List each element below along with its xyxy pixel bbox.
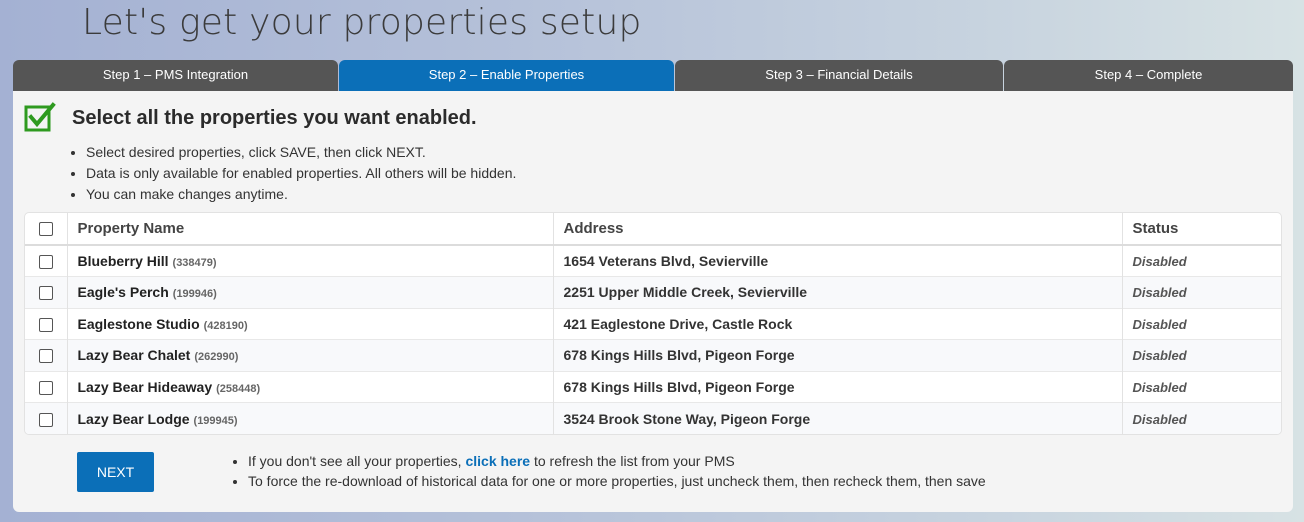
property-name: Eagle's Perch [77, 284, 169, 301]
row-checkbox[interactable] [38, 412, 53, 427]
select-all-cell [25, 213, 67, 246]
refresh-note-suffix: to refresh the list from your PMS [530, 453, 735, 469]
refresh-note-prefix: If you don't see all your properties, [248, 453, 466, 469]
page-title: Let's get your properties setup [82, 2, 642, 43]
property-id: (428190) [203, 319, 248, 332]
table-row[interactable]: Lazy Bear Hideaway (258448) 678 Kings Hil… [25, 370, 1281, 403]
row-checkbox[interactable] [38, 317, 53, 332]
table-header-row: Property Name Address Status [25, 213, 1281, 246]
column-header-name[interactable]: Property Name [66, 213, 553, 246]
property-address: 3524 Brook Stone Way, Pigeon Forge [563, 410, 811, 427]
step-4-tab[interactable]: Step 4 – Complete [1004, 60, 1293, 91]
refresh-note: If you don't see all your properties, cl… [248, 451, 986, 471]
select-all-checkbox[interactable] [38, 222, 53, 237]
status-badge: Disabled [1132, 348, 1187, 364]
status-badge: Disabled [1132, 254, 1187, 269]
status-badge: Disabled [1132, 285, 1187, 301]
column-header-status[interactable]: Status [1121, 213, 1281, 246]
status-badge: Disabled [1132, 379, 1187, 395]
property-name: Lazy Bear Chalet [77, 347, 191, 364]
property-address: 2251 Upper Middle Creek, Sevierville [563, 284, 808, 301]
property-address: 1654 Veterans Blvd, Sevierville [563, 253, 769, 269]
status-badge: Disabled [1132, 316, 1187, 332]
property-id: (199945) [193, 414, 238, 427]
panel-heading: Select all the properties you want enabl… [72, 107, 477, 129]
instruction-item: Select desired properties, click SAVE, t… [86, 142, 516, 163]
property-name: Lazy Bear Lodge [77, 410, 190, 427]
instruction-item: You can make changes anytime. [86, 184, 516, 205]
status-badge: Disabled [1132, 411, 1187, 427]
table-row[interactable]: Eagle's Perch (199946) 2251 Upper Middle … [25, 276, 1281, 308]
redownload-note: To force the re-download of historical d… [248, 471, 986, 491]
property-address: 421 Eaglestone Drive, Castle Rock [563, 315, 793, 332]
table-row[interactable]: Blueberry Hill (338479) 1654 Veterans Blv… [25, 245, 1281, 277]
table-row[interactable]: Eaglestone Studio (428190) 421 Eaglestone… [25, 307, 1281, 340]
properties-table: Property Name Address Status Blueberry H… [24, 212, 1282, 435]
step-1-tab[interactable]: Step 1 – PMS Integration [13, 60, 338, 91]
step-tabs: Step 1 – PMS Integration Step 2 – Enable… [13, 60, 1293, 101]
help-notes: If you don't see all your properties, cl… [248, 451, 986, 491]
row-checkbox[interactable] [38, 286, 53, 301]
property-id: (258448) [216, 382, 261, 395]
property-id: (338479) [172, 257, 217, 269]
step-3-tab[interactable]: Step 3 – Financial Details [675, 60, 1003, 91]
property-name: Eaglestone Studio [77, 315, 200, 332]
table-row[interactable]: Lazy Bear Chalet (262990) 678 Kings Hills… [25, 339, 1281, 371]
property-address: 678 Kings Hills Blvd, Pigeon Forge [563, 378, 795, 395]
column-header-address[interactable]: Address [552, 213, 1122, 246]
step-2-tab[interactable]: Step 2 – Enable Properties [339, 60, 674, 101]
property-id: (199946) [172, 288, 217, 301]
checked-box-icon [24, 102, 56, 132]
enable-properties-panel: Select all the properties you want enabl… [13, 91, 1293, 512]
row-checkbox[interactable] [38, 380, 53, 395]
property-name: Blueberry Hill [77, 253, 169, 269]
row-checkbox[interactable] [38, 255, 53, 270]
next-button[interactable]: NEXT [77, 452, 154, 492]
property-address: 678 Kings Hills Blvd, Pigeon Forge [563, 347, 795, 364]
property-id: (262990) [194, 351, 239, 364]
instructions-list: Select desired properties, click SAVE, t… [86, 142, 516, 205]
refresh-link[interactable]: click here [465, 453, 530, 469]
table-row[interactable]: Lazy Bear Lodge (199945) 3524 Brook Stone… [25, 402, 1281, 434]
property-name: Lazy Bear Hideaway [77, 378, 213, 395]
instruction-item: Data is only available for enabled prope… [86, 163, 516, 184]
row-checkbox[interactable] [38, 349, 53, 364]
